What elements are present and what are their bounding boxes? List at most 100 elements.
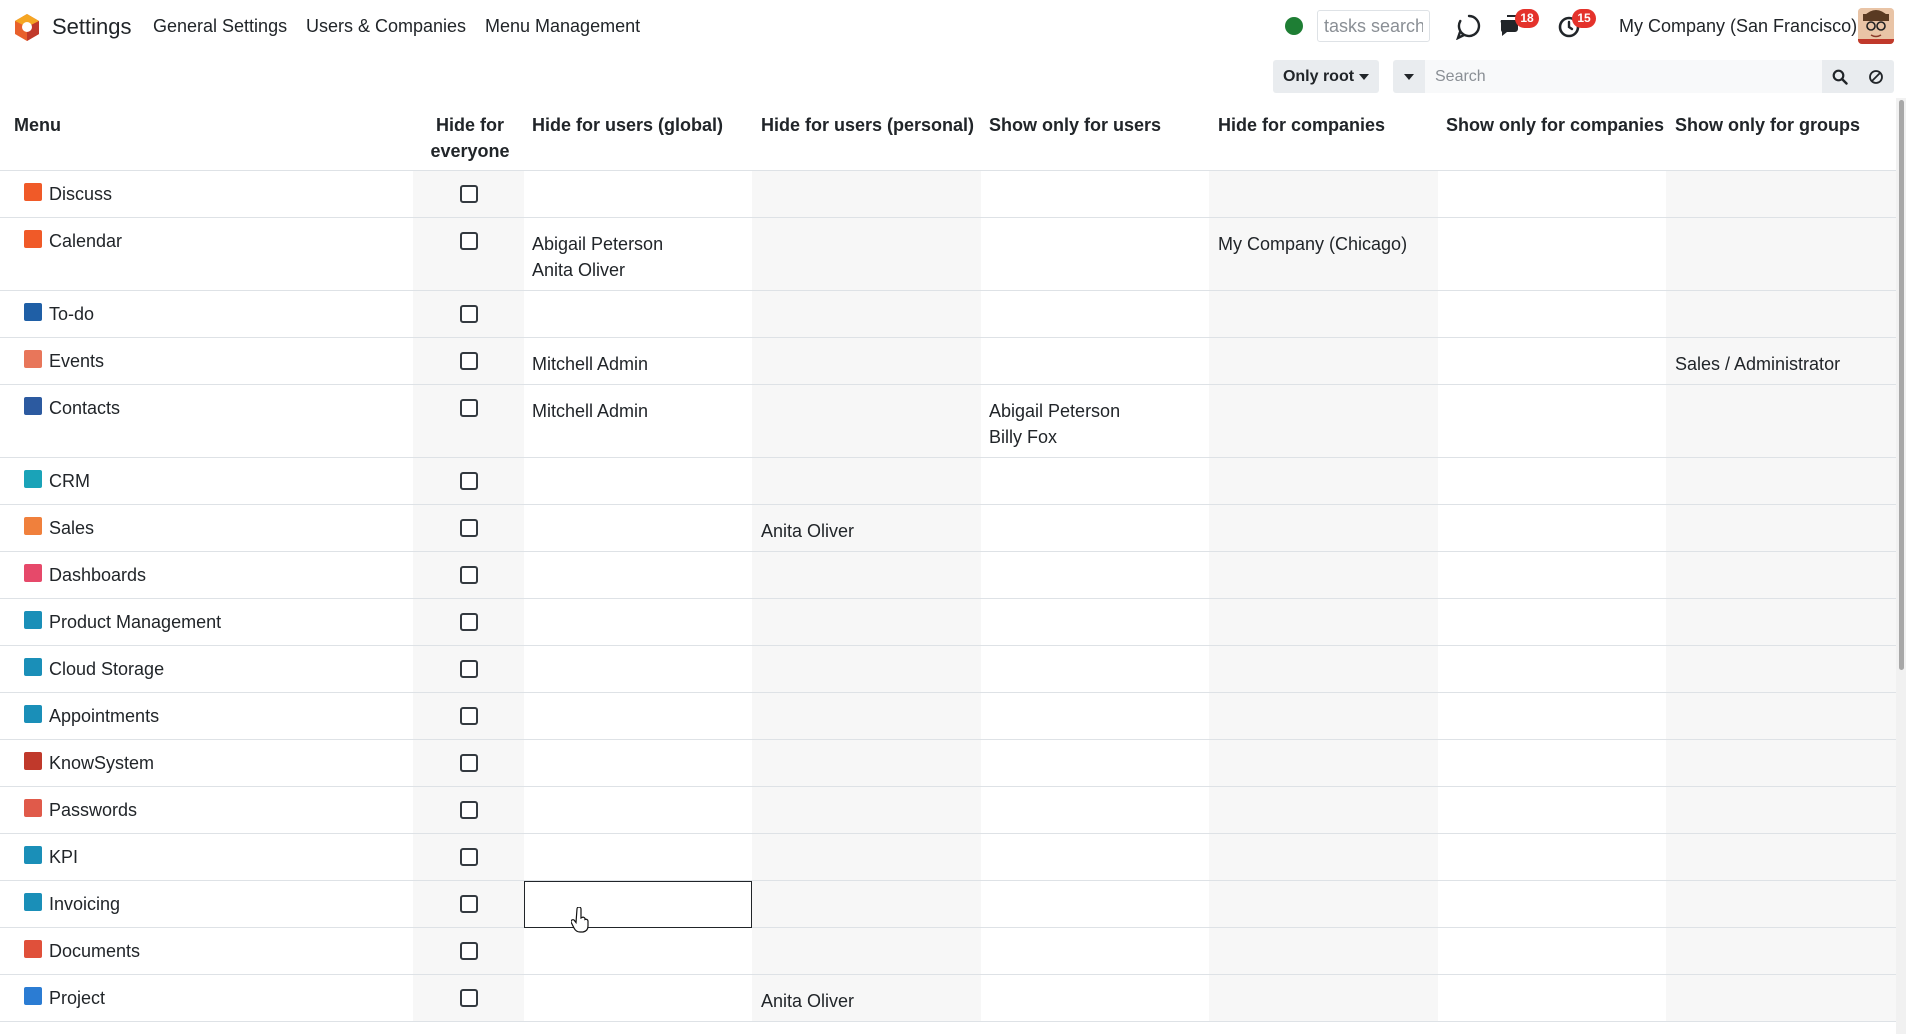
- hide-users-personal-cell[interactable]: [752, 338, 981, 384]
- column-show-only-users[interactable]: Show only for users: [989, 112, 1161, 138]
- show-only-groups-cell[interactable]: [1666, 505, 1896, 551]
- hide-companies-cell[interactable]: [1209, 338, 1438, 384]
- table-row[interactable]: To-do: [0, 291, 1896, 338]
- show-only-groups-cell[interactable]: [1666, 693, 1896, 739]
- only-root-filter-button[interactable]: Only root: [1273, 60, 1379, 93]
- hide-everyone-checkbox[interactable]: [460, 942, 478, 960]
- show-only-companies-cell[interactable]: [1438, 834, 1666, 880]
- show-only-companies-cell[interactable]: [1438, 338, 1666, 384]
- hide-users-personal-cell[interactable]: [752, 171, 981, 217]
- show-only-companies-cell[interactable]: [1438, 171, 1666, 217]
- focused-cell-editor[interactable]: [524, 881, 752, 928]
- user-avatar[interactable]: [1858, 8, 1894, 44]
- table-row[interactable]: KPI: [0, 834, 1896, 881]
- show-only-groups-cell[interactable]: [1666, 646, 1896, 692]
- show-only-companies-cell[interactable]: [1438, 218, 1666, 290]
- search-button[interactable]: [1822, 60, 1858, 93]
- column-show-only-companies[interactable]: Show only for companies: [1446, 112, 1664, 138]
- hide-everyone-checkbox[interactable]: [460, 707, 478, 725]
- hide-everyone-checkbox[interactable]: [460, 660, 478, 678]
- show-only-companies-cell[interactable]: [1438, 693, 1666, 739]
- menu-users-companies[interactable]: Users & Companies: [306, 16, 466, 37]
- column-hide-users-personal[interactable]: Hide for users (personal): [761, 112, 974, 138]
- show-only-users-cell[interactable]: [981, 740, 1209, 786]
- table-row[interactable]: Product Management: [0, 599, 1896, 646]
- hide-companies-cell[interactable]: [1209, 834, 1438, 880]
- odoo-logo-icon[interactable]: [12, 12, 42, 42]
- show-only-companies-cell[interactable]: [1438, 928, 1666, 974]
- table-row[interactable]: Project Anita Oliver: [0, 975, 1896, 1022]
- hide-everyone-checkbox[interactable]: [460, 519, 478, 537]
- hide-companies-cell[interactable]: [1209, 291, 1438, 337]
- hide-users-personal-cell[interactable]: [752, 881, 981, 927]
- show-only-companies-cell[interactable]: [1438, 787, 1666, 833]
- show-only-groups-cell[interactable]: [1666, 218, 1896, 290]
- show-only-users-cell[interactable]: [981, 834, 1209, 880]
- show-only-groups-cell[interactable]: [1666, 975, 1896, 1021]
- hide-everyone-checkbox[interactable]: [460, 801, 478, 819]
- show-only-groups-cell[interactable]: [1666, 834, 1896, 880]
- column-hide-everyone[interactable]: Hide for everyone: [430, 112, 510, 164]
- show-only-groups-cell[interactable]: [1666, 291, 1896, 337]
- hide-users-personal-cell[interactable]: [752, 787, 981, 833]
- show-only-companies-cell[interactable]: [1438, 505, 1666, 551]
- hide-users-global-cell[interactable]: [524, 171, 752, 217]
- show-only-users-cell[interactable]: [981, 646, 1209, 692]
- scrollbar-thumb[interactable]: [1899, 100, 1904, 670]
- hide-companies-cell[interactable]: [1209, 552, 1438, 598]
- hide-everyone-checkbox[interactable]: [460, 185, 478, 203]
- hide-everyone-cell[interactable]: [413, 218, 524, 290]
- menu-general-settings[interactable]: General Settings: [153, 16, 287, 37]
- show-only-users-cell[interactable]: [981, 291, 1209, 337]
- voip-phone-icon[interactable]: [1455, 12, 1483, 40]
- hide-users-global-cell[interactable]: [524, 552, 752, 598]
- table-row[interactable]: Cloud Storage: [0, 646, 1896, 693]
- hide-users-global-cell[interactable]: [524, 458, 752, 504]
- show-only-companies-cell[interactable]: [1438, 458, 1666, 504]
- show-only-groups-cell[interactable]: [1666, 552, 1896, 598]
- hide-users-global-cell[interactable]: [524, 505, 752, 551]
- hide-companies-cell[interactable]: [1209, 693, 1438, 739]
- show-only-companies-cell[interactable]: [1438, 552, 1666, 598]
- hide-everyone-checkbox[interactable]: [460, 754, 478, 772]
- hide-users-personal-cell[interactable]: [752, 385, 981, 457]
- table-row[interactable]: Invoicing: [0, 881, 1896, 928]
- hide-users-global-cell[interactable]: [524, 599, 752, 645]
- show-only-users-cell[interactable]: [981, 552, 1209, 598]
- table-row[interactable]: Discuss: [0, 171, 1896, 218]
- show-only-users-cell[interactable]: [981, 787, 1209, 833]
- table-row[interactable]: CRM: [0, 458, 1896, 505]
- hide-users-global-cell[interactable]: [524, 740, 752, 786]
- hide-users-personal-cell[interactable]: [752, 928, 981, 974]
- company-switcher[interactable]: My Company (San Francisco): [1619, 16, 1857, 37]
- app-title[interactable]: Settings: [52, 14, 132, 40]
- show-only-companies-cell[interactable]: [1438, 740, 1666, 786]
- show-only-groups-cell[interactable]: [1666, 458, 1896, 504]
- hide-everyone-checkbox[interactable]: [460, 895, 478, 913]
- hide-everyone-checkbox[interactable]: [460, 613, 478, 631]
- column-show-only-groups[interactable]: Show only for groups: [1675, 112, 1860, 138]
- show-only-groups-cell[interactable]: [1666, 171, 1896, 217]
- table-row[interactable]: Passwords: [0, 787, 1896, 834]
- hide-users-global-cell[interactable]: [524, 787, 752, 833]
- show-only-groups-cell[interactable]: [1666, 787, 1896, 833]
- show-only-groups-cell[interactable]: [1666, 599, 1896, 645]
- show-only-companies-cell[interactable]: [1438, 646, 1666, 692]
- show-only-users-cell[interactable]: [981, 458, 1209, 504]
- show-only-companies-cell[interactable]: [1438, 291, 1666, 337]
- hide-companies-cell[interactable]: [1209, 787, 1438, 833]
- hide-everyone-checkbox[interactable]: [460, 566, 478, 584]
- hide-companies-cell[interactable]: [1209, 740, 1438, 786]
- show-only-users-cell[interactable]: [981, 218, 1209, 290]
- hide-users-global-cell[interactable]: [524, 928, 752, 974]
- column-hide-companies[interactable]: Hide for companies: [1218, 112, 1385, 138]
- table-row[interactable]: Appointments: [0, 693, 1896, 740]
- hide-companies-cell[interactable]: [1209, 975, 1438, 1021]
- show-only-companies-cell[interactable]: [1438, 385, 1666, 457]
- hide-users-global-cell[interactable]: [524, 693, 752, 739]
- hide-companies-cell[interactable]: [1209, 505, 1438, 551]
- show-only-groups-cell[interactable]: [1666, 881, 1896, 927]
- table-row[interactable]: Events Mitchell Admin Sales / Administrato…: [0, 338, 1896, 385]
- show-only-users-cell[interactable]: [981, 693, 1209, 739]
- menu-menu-management[interactable]: Menu Management: [485, 16, 640, 37]
